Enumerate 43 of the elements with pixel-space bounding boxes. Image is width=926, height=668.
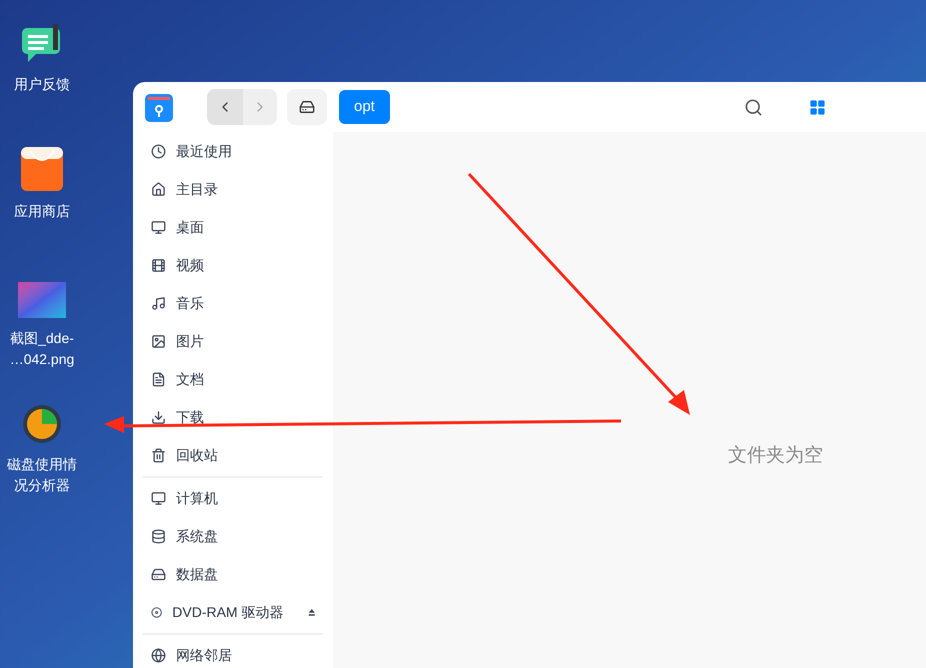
sidebar-item[interactable]: 网络邻居 [143,636,323,668]
sidebar-item[interactable]: 主目录 [143,170,323,208]
sidebar-item[interactable]: 桌面 [143,208,323,246]
sidebar-item[interactable]: 最近使用 [143,132,323,170]
desktop-icon-label[interactable]: 磁盘使用情况分析器 [6,454,78,496]
shopping-bag-icon [21,147,63,191]
sidebar-item[interactable]: 图片 [143,322,323,360]
empty-folder-message: 文件夹为空 [728,444,823,468]
sidebar-item[interactable]: 下载 [143,398,323,436]
grid-view-icon [808,98,826,116]
sidebar-item[interactable]: 数据盘 [143,555,323,593]
network-icon [151,648,166,662]
sidebar-item[interactable]: 回收站 [143,436,323,474]
film-icon [151,258,166,272]
drive-icon [151,566,166,582]
path-button[interactable]: opt [339,90,390,124]
sidebar-item[interactable]: 计算机 [143,479,323,517]
desktop-icon-label[interactable]: 应用商店 [6,201,78,222]
sidebar-item[interactable]: 音乐 [143,284,323,322]
sidebar-item[interactable]: 文档 [143,360,323,398]
home-icon [151,182,166,196]
drive-button[interactable] [287,89,327,125]
desktop-icon-label[interactable]: 用户反馈 [6,74,78,95]
clock-icon [151,144,166,158]
image-thumbnail [18,282,66,318]
document-icon [151,372,166,386]
sidebar-item[interactable]: 系统盘 [143,517,323,555]
image-icon [151,334,166,348]
download-icon [151,410,166,424]
music-note-icon [151,296,166,310]
folder-app-icon [145,92,173,122]
sidebar-item[interactable]: DVD-RAM 驱动器 [143,593,323,631]
desktop-icon [151,220,166,234]
sidebar-item[interactable]: 视频 [143,246,323,284]
pie-chart-icon [22,404,62,444]
drive-icon [299,99,315,115]
disk-icon [151,528,166,544]
search-icon [744,98,762,116]
computer-icon [151,490,166,506]
disc-icon [151,604,162,620]
trash-icon [151,448,166,462]
desktop-icon-label[interactable]: 截图_dde- …042.png [6,328,78,370]
eject-icon[interactable] [308,607,315,617]
